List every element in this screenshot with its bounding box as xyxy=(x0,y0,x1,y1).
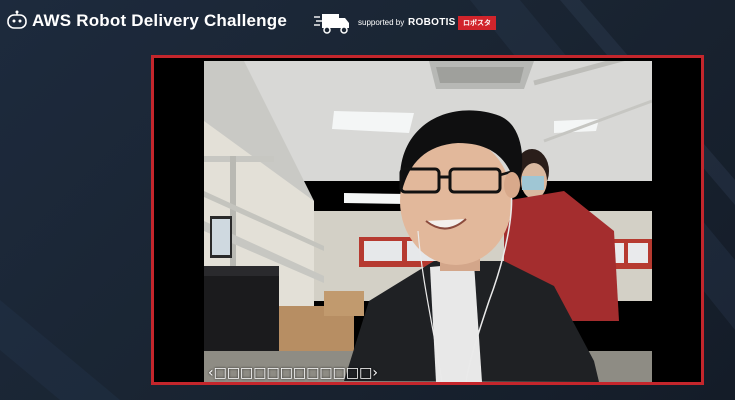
video-feed-image xyxy=(204,61,652,382)
delivery-truck-icon xyxy=(314,14,349,34)
robot-logo-icon xyxy=(7,10,27,29)
video-frame xyxy=(151,55,704,385)
header-bar: AWS Robot Delivery Challenge supported b… xyxy=(0,0,735,46)
page-title: AWS Robot Delivery Challenge xyxy=(32,11,287,30)
sponsor-logo-robotis: ROBOTIS xyxy=(408,17,456,28)
video-caption: ‹□□□□□□□□□□□□› xyxy=(208,365,378,381)
supported-by-label: supported by xyxy=(358,18,405,27)
sponsor-logo-robosta: ロボスタ xyxy=(458,16,496,30)
